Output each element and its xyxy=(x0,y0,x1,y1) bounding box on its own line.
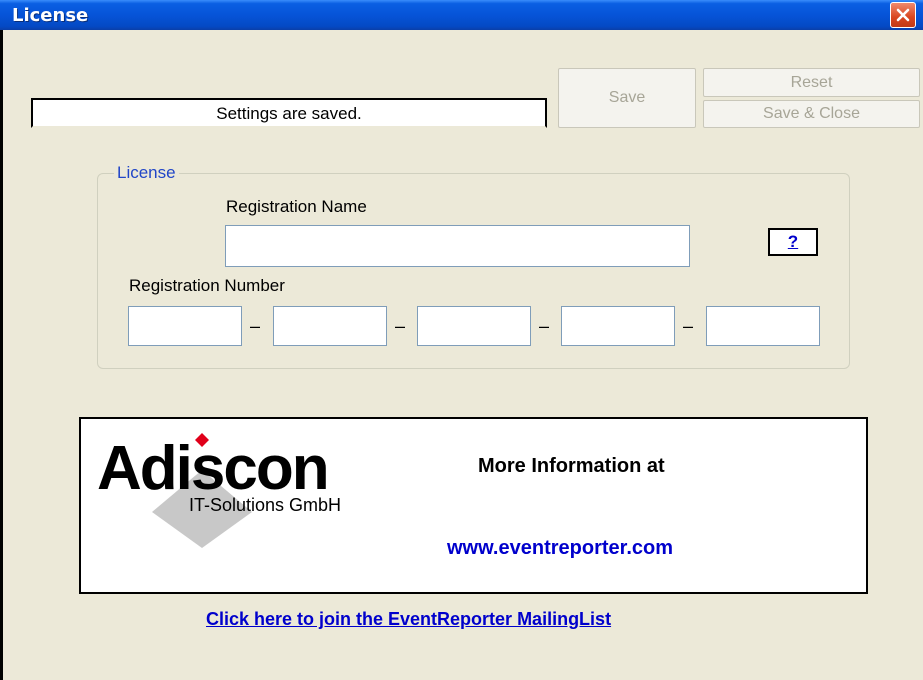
registration-number-field-5[interactable] xyxy=(706,306,820,346)
close-button[interactable] xyxy=(890,2,916,28)
save-close-button[interactable]: Save & Close xyxy=(703,100,920,128)
mailing-list-link[interactable]: Click here to join the EventReporter Mai… xyxy=(206,609,611,630)
registration-number-field-3[interactable] xyxy=(417,306,531,346)
separator-dash: – xyxy=(539,316,550,336)
window-left-border xyxy=(0,30,3,680)
registration-name-input[interactable] xyxy=(225,225,690,267)
registration-name-label: Registration Name xyxy=(226,197,367,216)
adiscon-logo-text: Adiscon xyxy=(97,434,330,503)
window-title: License xyxy=(12,5,89,26)
license-group-legend: License xyxy=(114,163,179,183)
reset-button[interactable]: Reset xyxy=(703,68,920,97)
help-button[interactable]: ? xyxy=(768,228,818,256)
save-button[interactable]: Save xyxy=(558,68,696,128)
more-info-heading: More Information at xyxy=(478,455,665,477)
close-x-icon xyxy=(896,8,910,22)
separator-dash: – xyxy=(683,316,694,336)
website-link[interactable]: www.eventreporter.com xyxy=(447,537,673,560)
registration-number-field-1[interactable] xyxy=(128,306,242,346)
title-bar: License xyxy=(0,0,923,30)
logo-subtitle: IT-Solutions GmbH xyxy=(189,495,342,515)
separator-dash: – xyxy=(250,316,261,336)
registration-number-field-2[interactable] xyxy=(273,306,387,346)
registration-number-label: Registration Number xyxy=(129,276,285,295)
registration-number-field-4[interactable] xyxy=(561,306,675,346)
status-message: Settings are saved. xyxy=(31,98,547,128)
separator-dash: – xyxy=(395,316,406,336)
